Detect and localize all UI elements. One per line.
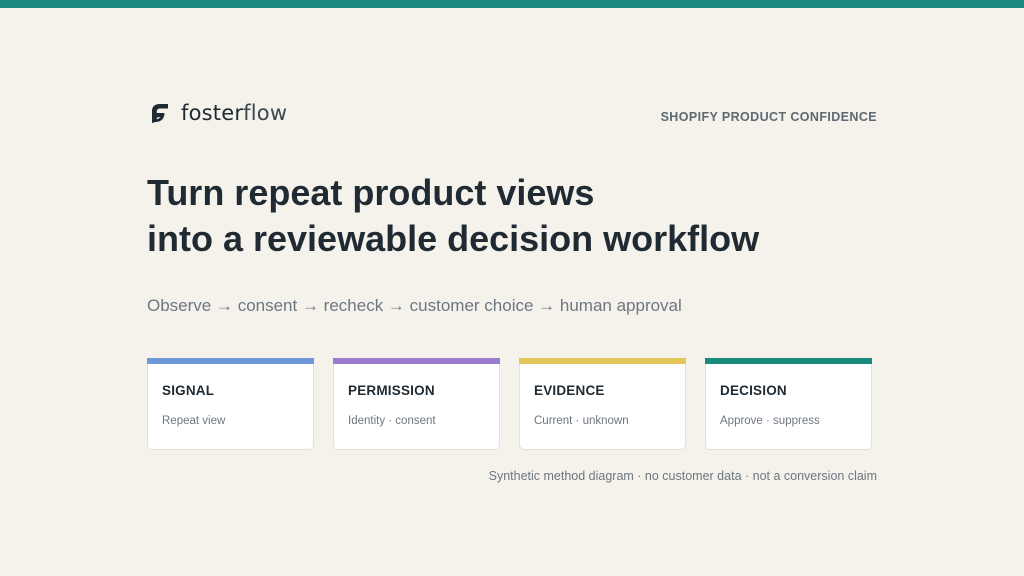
card-accent-bar bbox=[333, 358, 500, 364]
brand-name-light: flow bbox=[243, 101, 288, 125]
stage-cards: SIGNAL Repeat view PERMISSION Identity ·… bbox=[147, 358, 872, 450]
stage-card-evidence: EVIDENCE Current · unknown bbox=[519, 358, 686, 450]
workflow-steps-subline: Observe → consent → recheck → customer c… bbox=[147, 296, 682, 315]
stage-card-permission: PERMISSION Identity · consent bbox=[333, 358, 500, 450]
headline-line-1: Turn repeat product views bbox=[147, 172, 595, 213]
headline-line-2: into a reviewable decision workflow bbox=[147, 218, 760, 259]
brand-name-bold: foster bbox=[181, 101, 244, 125]
card-accent-bar bbox=[519, 358, 686, 364]
card-accent-bar bbox=[147, 358, 314, 364]
top-accent-bar bbox=[0, 0, 1024, 8]
stage-card-decision: DECISION Approve · suppress bbox=[705, 358, 872, 450]
card-title: DECISION bbox=[720, 383, 787, 398]
card-accent-bar bbox=[705, 358, 872, 364]
fosterflow-logo-icon bbox=[152, 104, 168, 123]
card-title: PERMISSION bbox=[348, 383, 435, 398]
eyebrow-label: SHOPIFY PRODUCT CONFIDENCE bbox=[660, 110, 877, 124]
headline: Turn repeat product views into a reviewa… bbox=[147, 170, 907, 262]
card-description: Repeat view bbox=[162, 415, 226, 427]
brand-name: fosterflow bbox=[181, 101, 287, 125]
disclaimer-footnote: Synthetic method diagram · no customer d… bbox=[488, 469, 877, 483]
card-title: SIGNAL bbox=[162, 383, 215, 398]
card-description: Identity · consent bbox=[348, 415, 436, 427]
brand-logo: fosterflow bbox=[147, 101, 287, 125]
stage-card-signal: SIGNAL Repeat view bbox=[147, 358, 314, 450]
card-description: Approve · suppress bbox=[720, 415, 820, 427]
card-description: Current · unknown bbox=[534, 415, 629, 427]
card-title: EVIDENCE bbox=[534, 383, 605, 398]
